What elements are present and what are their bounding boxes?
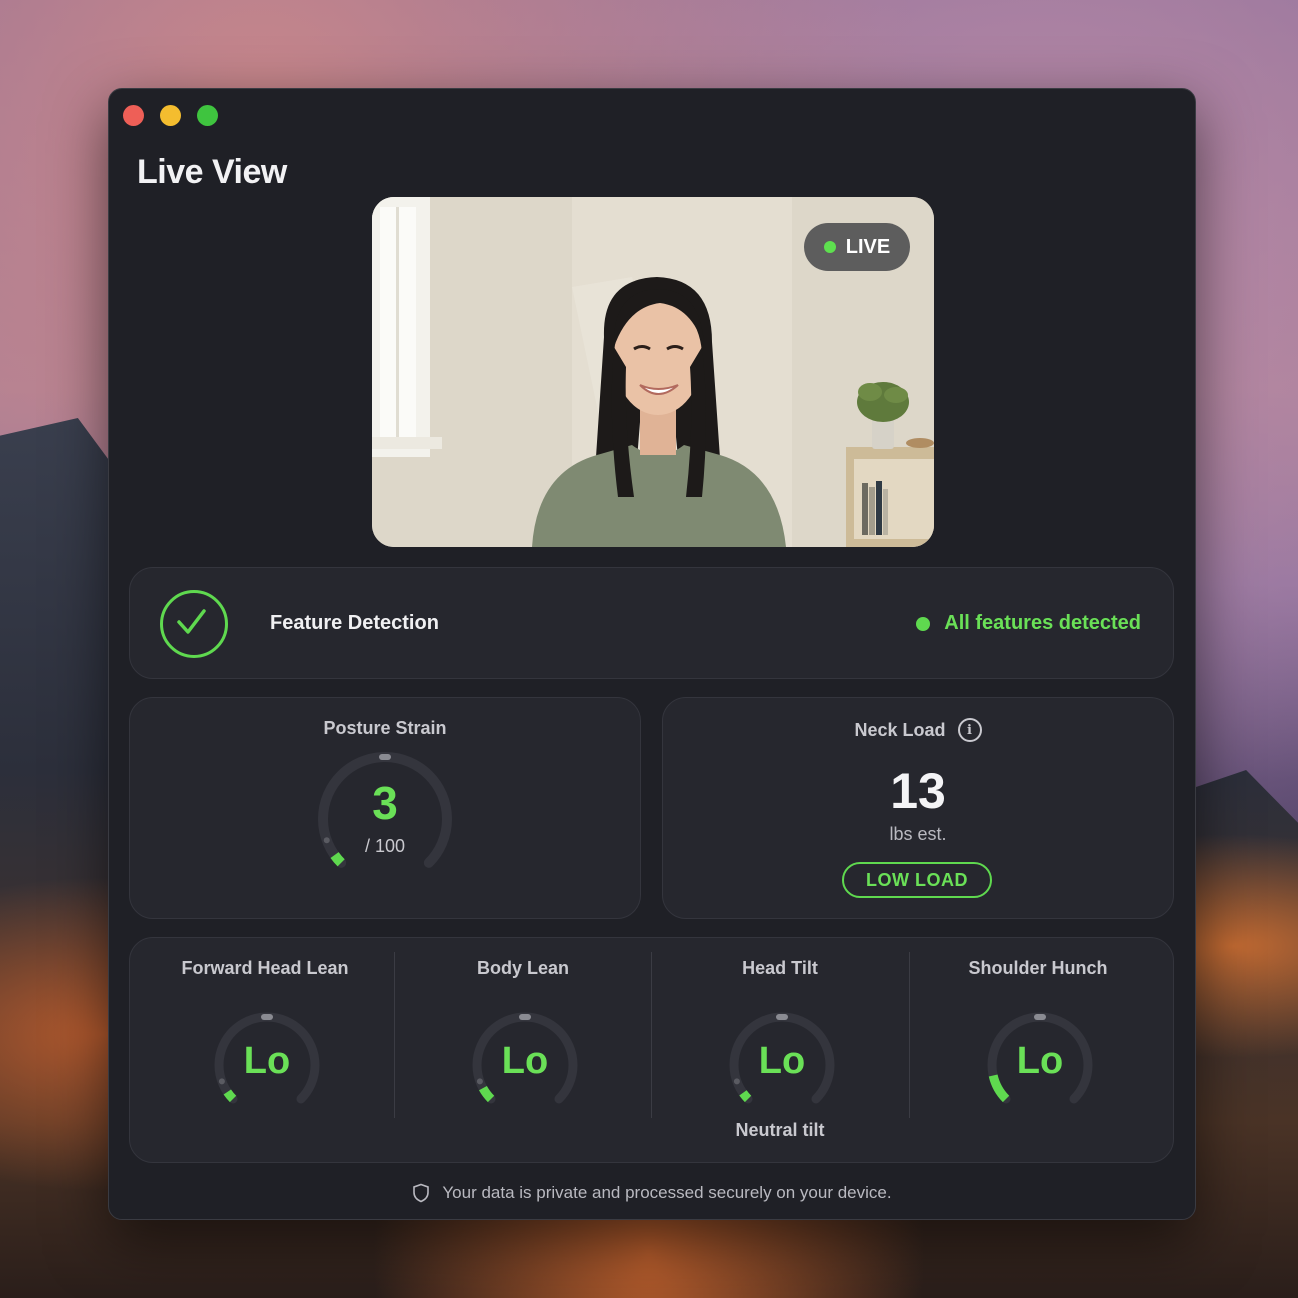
metric-note: Neutral tilt — [735, 1120, 825, 1140]
feature-status: All features detected — [916, 612, 1141, 635]
gauge-fill — [478, 1085, 495, 1103]
privacy-text: Your data is private and processed secur… — [442, 1183, 892, 1202]
close-button[interactable] — [123, 105, 144, 126]
feature-detection-card: Feature Detection All features detected — [129, 567, 1174, 679]
neck-load-value: 13 — [890, 763, 946, 819]
posture-strain-gauge: 3 / 100 — [314, 748, 456, 890]
metric-shoulder-hunch: Shoulder Hunch Lo — [909, 938, 1167, 1162]
metric-title: Head Tilt — [742, 958, 818, 978]
gauge-fill — [223, 1089, 237, 1103]
neck-load-title: Neck Load — [854, 719, 946, 740]
gauge-tick — [776, 1014, 788, 1020]
app-window: Live View LIVE Feature Detection All fea… — [108, 88, 1196, 1220]
metric-gauge: Lo — [985, 1010, 1095, 1120]
posture-metrics-card: Forward Head Lean Lo Body Lean Lo Head T… — [129, 937, 1174, 1163]
neck-load-card: Neck Load i 13 lbs est. LOW LOAD — [662, 697, 1174, 919]
metric-gauge: Lo — [727, 1010, 837, 1120]
metric-gauge: Lo — [212, 1010, 322, 1120]
load-level-badge: LOW LOAD — [842, 862, 992, 898]
posture-strain-title: Posture Strain — [323, 718, 447, 738]
zoom-button[interactable] — [197, 105, 218, 126]
metric-value: Lo — [758, 1040, 806, 1082]
neck-load-unit: lbs est. — [889, 824, 947, 844]
metric-body-lean: Body Lean Lo — [394, 938, 652, 1162]
feature-status-text: All features detected — [944, 612, 1141, 634]
info-icon[interactable]: i — [957, 718, 982, 742]
posture-strain-max: / 100 — [364, 836, 406, 856]
gauge-tick — [519, 1014, 531, 1020]
gauge-tick — [379, 754, 391, 760]
window-controls — [123, 105, 218, 126]
metric-head-tilt: Head Tilt Lo Neutral tilt — [651, 938, 909, 1162]
metric-title: Shoulder Hunch — [968, 958, 1108, 978]
minimize-button[interactable] — [160, 105, 181, 126]
status-dot-icon — [916, 616, 931, 631]
shield-icon — [413, 1183, 430, 1203]
gauge-tick — [1034, 1014, 1046, 1020]
live-badge: LIVE — [804, 223, 910, 271]
metric-value: Lo — [1016, 1040, 1064, 1082]
privacy-notice: Your data is private and processed secur… — [109, 1183, 1195, 1203]
gauge-fill — [739, 1090, 752, 1103]
neck-load-header: Neck Load i — [663, 718, 1173, 742]
metric-value: Lo — [243, 1040, 291, 1082]
metric-gauge: Lo — [470, 1010, 580, 1120]
metric-title: Forward Head Lean — [181, 958, 349, 978]
metric-value: Lo — [501, 1040, 549, 1082]
live-indicator-dot — [823, 241, 836, 253]
live-label: LIVE — [845, 235, 891, 258]
posture-strain-card: Posture Strain 3 / 100 — [129, 697, 641, 919]
metric-forward-head-lean: Forward Head Lean Lo — [136, 938, 394, 1162]
feature-detection-label: Feature Detection — [270, 612, 439, 634]
gauge-tick — [261, 1014, 273, 1020]
camera-preview: LIVE — [372, 197, 934, 547]
posture-strain-value: 3 — [372, 777, 398, 829]
metric-title: Body Lean — [476, 958, 569, 978]
check-icon — [160, 590, 228, 658]
page-title: Live View — [137, 153, 287, 191]
